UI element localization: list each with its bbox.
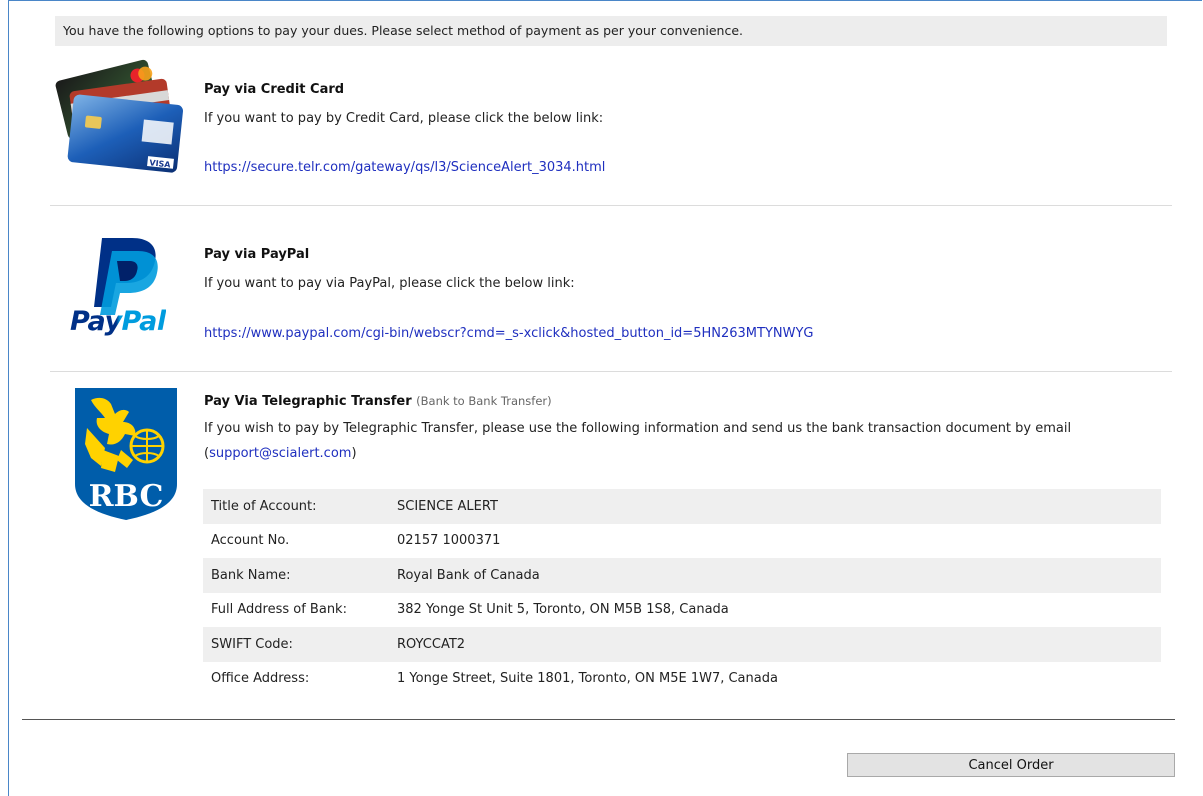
table-row: Full Address of Bank: 382 Yonge St Unit … <box>203 593 1161 628</box>
rbc-logo-text: RBC <box>89 479 164 514</box>
bank-detail-label: Title of Account: <box>203 489 389 524</box>
table-row: Bank Name: Royal Bank of Canada <box>203 558 1161 593</box>
table-row: Office Address: 1 Yonge Street, Suite 18… <box>203 662 1161 697</box>
telegraphic-desc: If you wish to pay by Telegraphic Transf… <box>204 416 1164 466</box>
telegraphic-subtitle: (Bank to Bank Transfer) <box>416 394 552 408</box>
telegraphic-title: Pay Via Telegraphic Transfer (Bank to Ba… <box>204 394 552 409</box>
bank-detail-label: Bank Name: <box>203 558 389 593</box>
section-divider <box>50 205 1172 206</box>
bank-detail-value: Royal Bank of Canada <box>389 558 1161 593</box>
telegraphic-desc-close: ) <box>351 446 357 461</box>
paypal-wordmark-text: PayPal <box>70 306 166 337</box>
bank-detail-value: 1 Yonge Street, Suite 1801, Toronto, ON … <box>397 671 778 687</box>
credit-card-link[interactable]: https://secure.telr.com/gateway/qs/l3/Sc… <box>204 160 605 175</box>
credit-card-title: Pay via Credit Card <box>204 82 345 97</box>
table-row: Title of Account: SCIENCE ALERT <box>203 489 1161 524</box>
table-row: SWIFT Code: ROYCCAT2 <box>203 627 1161 662</box>
bank-detail-value: 382 Yonge St Unit 5, Toronto, ON M5B 1S8… <box>397 602 729 618</box>
paypal-wordmark: PayPal <box>70 306 166 337</box>
bank-detail-value: SCIENCE ALERT <box>389 489 1161 524</box>
telegraphic-title-text: Pay Via Telegraphic Transfer <box>204 394 412 409</box>
bank-detail-label: Account No. <box>211 533 290 549</box>
bank-detail-label: SWIFT Code: <box>203 627 389 662</box>
section-divider <box>50 371 1172 372</box>
bank-detail-label: Full Address of Bank: <box>211 602 347 618</box>
cancel-order-button[interactable]: Cancel Order <box>847 753 1175 777</box>
footer-divider <box>22 719 1175 720</box>
paypal-desc: If you want to pay via PayPal, please cl… <box>204 276 575 291</box>
paypal-link[interactable]: https://www.paypal.com/cgi-bin/webscr?cm… <box>204 326 813 341</box>
credit-cards-icon: VISA <box>55 59 183 173</box>
bank-detail-value: 02157 1000371 <box>397 533 501 549</box>
intro-banner: You have the following options to pay yo… <box>55 16 1167 46</box>
rbc-logo-icon: RBC <box>75 388 177 520</box>
support-email-link[interactable]: support@scialert.com <box>209 446 351 461</box>
table-row: Account No. 02157 1000371 <box>203 524 1161 559</box>
bank-detail-label: Office Address: <box>211 671 310 687</box>
bank-details-table: Title of Account: SCIENCE ALERT Account … <box>203 489 1161 696</box>
bank-detail-value: ROYCCAT2 <box>389 627 1161 662</box>
credit-card-desc: If you want to pay by Credit Card, pleas… <box>204 111 604 126</box>
paypal-title: Pay via PayPal <box>204 247 310 262</box>
